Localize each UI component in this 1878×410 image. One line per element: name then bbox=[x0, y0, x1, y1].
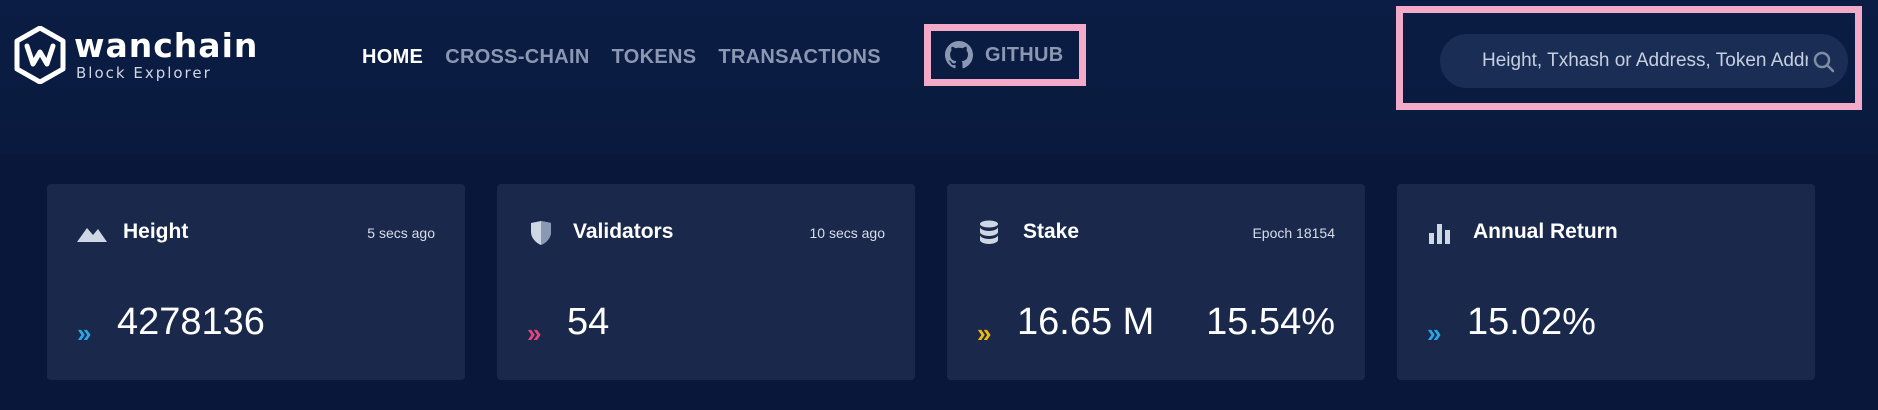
nav-home[interactable]: HOME bbox=[362, 40, 423, 74]
chevron-right-icon: » bbox=[77, 318, 92, 348]
top-header: wanchain Block Explorer HOME CROSS-CHAIN… bbox=[0, 0, 1878, 154]
card-meta: 5 secs ago bbox=[367, 225, 435, 241]
wanchain-logo[interactable]: wanchain Block Explorer bbox=[14, 26, 264, 86]
height-card: Height 5 secs ago » 4278136 bbox=[47, 184, 465, 380]
validators-value: 54 bbox=[567, 301, 610, 343]
height-value: 4278136 bbox=[117, 301, 265, 343]
search-box bbox=[1440, 34, 1848, 88]
bar-chart-icon bbox=[1429, 224, 1450, 244]
nav-tokens[interactable]: TOKENS bbox=[612, 40, 697, 74]
brand-subtitle: Block Explorer bbox=[76, 64, 212, 82]
github-label: GITHUB bbox=[985, 43, 1064, 66]
github-icon bbox=[945, 41, 973, 69]
chevron-right-icon: » bbox=[527, 318, 542, 348]
stats-section: Height 5 secs ago » 4278136 Validators 1… bbox=[0, 154, 1878, 410]
stake-value: 16.65 M bbox=[1017, 301, 1155, 343]
database-icon bbox=[980, 220, 998, 244]
nav-cross-chain[interactable]: CROSS-CHAIN bbox=[445, 40, 589, 74]
annual-return-value: 15.02% bbox=[1467, 301, 1596, 343]
search-input[interactable] bbox=[1440, 34, 1848, 88]
shield-icon bbox=[531, 221, 551, 245]
search-area bbox=[1396, 6, 1862, 110]
nav-github[interactable]: GITHUB bbox=[924, 24, 1086, 86]
card-title: Annual Return bbox=[1473, 220, 1618, 243]
main-nav: HOME CROSS-CHAIN TOKENS TRANSACTIONS bbox=[362, 40, 903, 74]
chevron-right-icon: » bbox=[977, 318, 992, 348]
card-title: Validators bbox=[573, 220, 674, 243]
stake-card: Stake Epoch 18154 » 16.65 M 15.54% bbox=[947, 184, 1365, 380]
annual-return-card: Annual Return » 15.02% bbox=[1397, 184, 1815, 380]
chevron-right-icon: » bbox=[1427, 318, 1442, 348]
brand-name: wanchain bbox=[74, 26, 259, 65]
card-title: Stake bbox=[1023, 220, 1080, 243]
wanchain-logo-mark-icon bbox=[14, 26, 66, 84]
card-meta: Epoch 18154 bbox=[1252, 225, 1335, 241]
validators-card: Validators 10 secs ago » 54 bbox=[497, 184, 915, 380]
mountain-icon bbox=[77, 228, 107, 242]
stake-ratio-value: 15.54% bbox=[1206, 301, 1335, 343]
nav-transactions[interactable]: TRANSACTIONS bbox=[718, 40, 881, 74]
card-title: Height bbox=[123, 220, 189, 243]
search-icon[interactable] bbox=[1812, 50, 1836, 74]
card-meta: 10 secs ago bbox=[809, 225, 886, 241]
